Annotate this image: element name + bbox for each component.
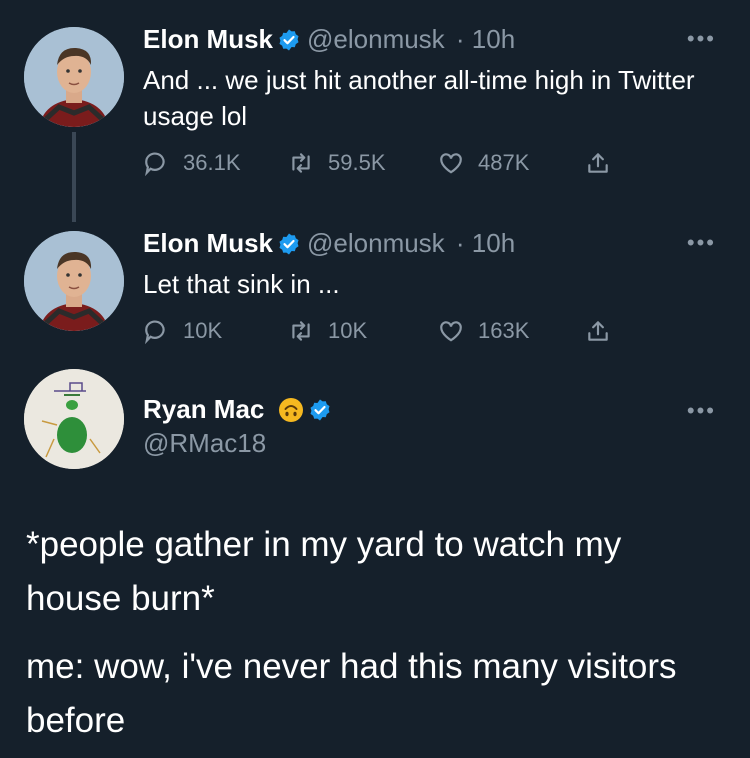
heart-icon [440,153,462,174]
avatar-image [24,231,124,331]
tweet-text: And ... we just hit another all-time hig… [143,65,695,131]
share-button[interactable] [585,150,625,176]
share-icon [588,153,608,173]
author-name[interactable]: Elon Musk [143,24,273,54]
avatar[interactable] [24,369,124,469]
upside-down-face-emoji-icon [278,398,303,422]
verified-badge-icon [279,29,299,51]
author-name[interactable]: Elon Musk [143,228,273,258]
avatar-drawing-image [24,369,124,469]
thread-line [72,132,76,222]
more-options-icon[interactable]: ••• [687,26,716,52]
reply-icon [145,320,165,344]
retweet-button[interactable]: 59.5K [288,150,386,176]
author-handle[interactable]: @elonmusk [307,228,445,258]
retweet-icon [292,153,310,173]
retweet-button[interactable]: 10K [288,318,367,344]
tweet-header: Ryan Mac [143,394,332,425]
avatar[interactable] [24,231,124,331]
author-name[interactable]: Ryan Mac [143,394,264,424]
tweet-header: Elon Musk @elonmusk · 10h [143,228,515,259]
tweet-header: Elon Musk @elonmusk · 10h [143,24,515,55]
like-count: 163K [478,318,530,343]
more-options-icon[interactable]: ••• [687,230,716,256]
reply-button[interactable]: 36.1K [143,150,241,176]
like-button[interactable]: 163K [438,318,529,344]
avatar[interactable] [24,27,124,127]
reply-count: 36.1K [183,150,241,175]
tweet-text: Let that sink in ... [143,269,340,299]
post-text-line-1: *people gather in my yard to watch my ho… [26,525,622,618]
retweet-count: 59.5K [328,150,386,175]
reply-button[interactable]: 10K [143,318,222,344]
more-options-icon[interactable]: ••• [687,398,716,424]
author-handle[interactable]: @elonmusk [307,24,445,54]
avatar-image [24,27,124,127]
verified-badge-icon [279,233,299,255]
retweet-count: 10K [328,318,368,343]
heart-icon [440,321,462,342]
post-text-line-2: me: wow, i've never had this many visito… [26,647,677,740]
reply-icon [145,152,165,176]
author-handle[interactable]: @RMac18 [143,428,266,458]
timestamp[interactable]: · 10h [456,24,515,54]
retweet-icon [292,321,310,341]
timestamp[interactable]: · 10h [456,228,515,258]
like-button[interactable]: 487K [438,150,529,176]
share-icon [588,321,608,341]
reply-count: 10K [183,318,223,343]
share-button[interactable] [585,318,625,344]
handle-line: @RMac18 [143,428,266,459]
like-count: 487K [478,150,530,175]
verified-badge-icon [310,399,330,421]
